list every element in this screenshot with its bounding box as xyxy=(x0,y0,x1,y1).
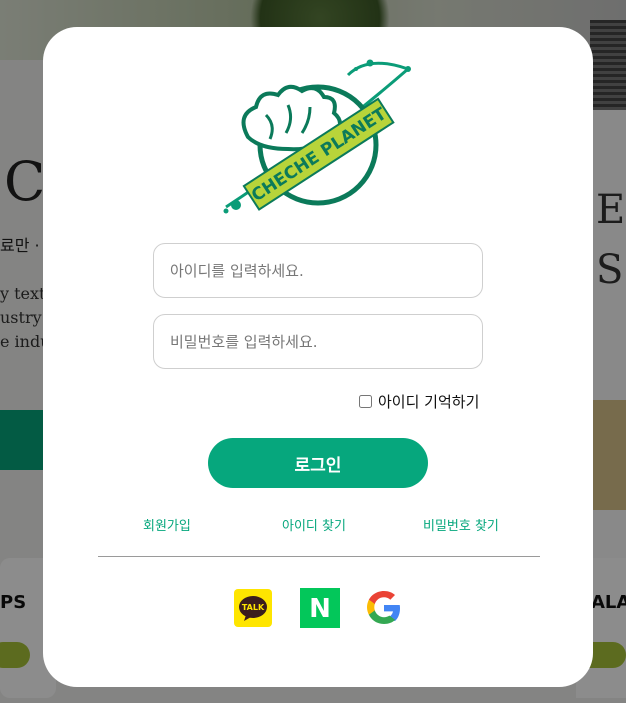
signup-link[interactable]: 회원가입 xyxy=(143,515,191,534)
divider xyxy=(98,556,540,557)
remember-id-option[interactable]: 아이디 기억하기 xyxy=(359,391,479,412)
login-button[interactable]: 로그인 xyxy=(208,438,428,488)
find-password-link[interactable]: 비밀번호 찾기 xyxy=(423,515,499,534)
naver-login-button[interactable]: N xyxy=(300,588,340,628)
svg-text:N: N xyxy=(309,594,331,624)
remember-id-checkbox[interactable] xyxy=(359,395,372,408)
google-icon xyxy=(367,591,400,624)
naver-icon: N xyxy=(300,588,340,628)
kakao-login-button[interactable]: TALK xyxy=(233,588,273,628)
kakao-talk-icon: TALK xyxy=(234,589,272,627)
id-input[interactable] xyxy=(153,243,483,298)
cheche-planet-logo: CHECHE PLANET xyxy=(223,59,411,214)
google-login-button[interactable] xyxy=(364,588,404,628)
login-modal: CHECHE PLANET 아이디 기억하기 로그인 회원가입 아이디 찾기 비… xyxy=(43,27,593,687)
svg-text:TALK: TALK xyxy=(242,603,265,612)
password-input[interactable] xyxy=(153,314,483,369)
find-id-link[interactable]: 아이디 찾기 xyxy=(282,515,346,534)
remember-id-label: 아이디 기억하기 xyxy=(378,393,480,411)
